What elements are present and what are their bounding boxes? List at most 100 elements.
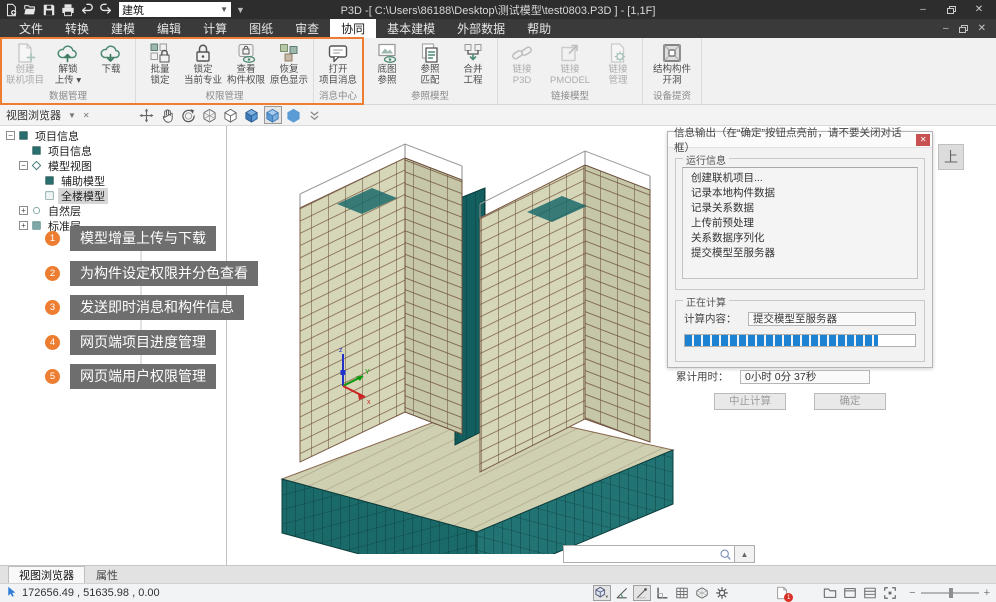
search-input[interactable] bbox=[569, 548, 719, 560]
tree-item-4[interactable]: 全楼模型 bbox=[0, 188, 226, 203]
dialog-close-button[interactable]: ✕ bbox=[916, 134, 930, 146]
ribbon-button-cloud-down[interactable]: 下载 bbox=[90, 40, 132, 86]
ribbon-tab-item[interactable]: 计算 bbox=[192, 19, 238, 38]
notification-badge: 1 bbox=[784, 593, 793, 602]
ribbon-tab-item[interactable]: 帮助 bbox=[516, 19, 562, 38]
elevation-button[interactable]: 上 bbox=[938, 144, 964, 170]
close-button[interactable]: ✕ bbox=[966, 2, 992, 17]
view-tool-cube-solid[interactable] bbox=[285, 106, 303, 124]
tree-expander-icon[interactable]: + bbox=[19, 221, 28, 230]
ribbon-button-label: 创建 bbox=[15, 65, 34, 76]
ribbon-button-doc-gear[interactable]: 链接 管理 bbox=[597, 40, 639, 86]
tree-expander-icon[interactable]: − bbox=[6, 131, 15, 140]
ribbon-button-cloud-up[interactable]: 解锁 上传 ▾ bbox=[47, 40, 89, 86]
status-ortho-button[interactable] bbox=[653, 585, 671, 601]
drawing-canvas[interactable]: z Y x 上 信息输出（在“确定”按钮点亮前，请不要关闭对话框） ✕ 运行信息… bbox=[227, 126, 996, 565]
ribbon-tab-item[interactable]: 图纸 bbox=[238, 19, 284, 38]
tree-expander-icon[interactable]: − bbox=[19, 161, 28, 170]
status-window-tile-button[interactable] bbox=[881, 585, 899, 601]
ribbon-button-lock[interactable]: 锁定 当前专业 bbox=[182, 40, 224, 86]
ribbon-tabs: 文件转换建模编辑计算图纸审查协同基本建模外部数据帮助 bbox=[8, 19, 562, 38]
tree-item-5[interactable]: + 自然层 bbox=[0, 203, 226, 218]
app-window: 建筑 ▼ ▼ P3D -[ C:\Users\86188\Desktop\测试模… bbox=[0, 0, 996, 602]
ribbon-tab-item[interactable]: 编辑 bbox=[146, 19, 192, 38]
view-tool-fit-view[interactable] bbox=[138, 106, 156, 124]
view-tool-cube-hiddenline[interactable] bbox=[222, 106, 240, 124]
open-folder-icon[interactable] bbox=[23, 3, 37, 17]
ribbon-tab-item[interactable]: 建模 bbox=[100, 19, 146, 38]
search-icon[interactable] bbox=[719, 548, 732, 561]
ribbon-button-cubes[interactable]: 恢复 原色显示 bbox=[268, 40, 310, 86]
tree-expander-icon[interactable]: + bbox=[19, 206, 28, 215]
ribbon-button-lock-eye[interactable]: 查看 构件权限 bbox=[225, 40, 267, 86]
ribbon-button-label: 合并 bbox=[463, 65, 482, 76]
dock-menu-button[interactable]: ▼ bbox=[68, 111, 76, 120]
cloud-down-icon bbox=[99, 41, 123, 65]
view-tool-orbit[interactable] bbox=[180, 106, 198, 124]
zoom-in-button[interactable]: + bbox=[984, 587, 990, 599]
tree-item-0[interactable]: − 项目信息 bbox=[0, 128, 226, 143]
ribbon-button-message[interactable]: 打开 项目消息 bbox=[317, 40, 359, 86]
status-doc-badge-button[interactable]: 1 bbox=[773, 585, 791, 601]
status-angle-snap-button[interactable] bbox=[613, 585, 631, 601]
ribbon-tab-item[interactable]: 外部数据 bbox=[446, 19, 516, 38]
image-eye-icon bbox=[375, 41, 399, 65]
panel-tab-item[interactable]: 属性 bbox=[85, 566, 129, 583]
status-settings-gear-button[interactable] bbox=[713, 585, 731, 601]
status-folder-button[interactable] bbox=[821, 585, 839, 601]
ribbon-button-hole[interactable]: 结构构件 开洞 bbox=[646, 40, 698, 86]
view-tool-cube-shaded[interactable] bbox=[264, 106, 282, 124]
status-snap-cube-button[interactable] bbox=[593, 585, 611, 601]
save-icon[interactable] bbox=[42, 3, 56, 17]
zoom-out-button[interactable]: − bbox=[909, 587, 915, 599]
restore-button[interactable] bbox=[938, 2, 964, 17]
toolbar-options-icon[interactable]: ▼ bbox=[236, 5, 245, 15]
new-doc-icon[interactable] bbox=[4, 3, 18, 17]
panel-tab-active[interactable]: 视图浏览器 bbox=[8, 566, 85, 583]
ribbon-highlighted-groups: 创建 联机项目 解锁 上传 ▾ 下载 数据管理 批量 锁定 锁定 当前专业 查看… bbox=[1, 38, 363, 104]
view-tool-pan-hand[interactable] bbox=[159, 106, 177, 124]
mdi-close-button[interactable]: ✕ bbox=[978, 23, 986, 34]
zoom-slider-handle[interactable] bbox=[949, 588, 953, 598]
ribbon-button-image-eye[interactable]: 底图 参照 bbox=[366, 40, 408, 86]
zoom-slider-track[interactable] bbox=[921, 592, 979, 594]
ribbon-button-doc-plus[interactable]: 创建 联机项目 bbox=[4, 40, 46, 86]
ribbon: 创建 联机项目 解锁 上传 ▾ 下载 数据管理 批量 锁定 锁定 当前专业 查看… bbox=[0, 38, 996, 105]
ribbon-tab-item[interactable]: 文件 bbox=[8, 19, 54, 38]
status-window-rows-button[interactable] bbox=[861, 585, 879, 601]
mdi-minimize-button[interactable]: – bbox=[943, 23, 949, 34]
ribbon-tab-item[interactable]: 审查 bbox=[284, 19, 330, 38]
tree-item-3[interactable]: 辅助模型 bbox=[0, 173, 226, 188]
ok-button[interactable]: 确定 bbox=[814, 393, 886, 410]
status-window-single-button[interactable] bbox=[841, 585, 859, 601]
zoom-slider[interactable]: − + bbox=[909, 587, 990, 599]
calc-content-field: 提交模型至服务器 bbox=[748, 312, 916, 326]
status-polar-track-button[interactable] bbox=[633, 585, 651, 601]
run-info-list: 创建联机项目...记录本地构件数据记录关系数据上传前预处理关系数据序列化提交模型… bbox=[682, 167, 918, 279]
print-icon[interactable] bbox=[61, 3, 75, 17]
tree-item-1[interactable]: 项目信息 bbox=[0, 143, 226, 158]
ribbon-tab-active[interactable]: 协同 bbox=[330, 19, 376, 38]
undo-icon[interactable] bbox=[80, 3, 94, 17]
mdi-restore-button[interactable] bbox=[959, 25, 968, 33]
tree-item-6[interactable]: + 标准层 bbox=[0, 218, 226, 233]
status-iso-view-button[interactable] bbox=[693, 585, 711, 601]
ribbon-button-doc-match[interactable]: 参照 匹配 bbox=[409, 40, 451, 86]
ribbon-tab-item[interactable]: 转换 bbox=[54, 19, 100, 38]
ribbon-button-batch-lock[interactable]: 批量 锁定 bbox=[139, 40, 181, 86]
style-combo[interactable]: 建筑 ▼ bbox=[119, 2, 231, 17]
ribbon-tab-item[interactable]: 基本建模 bbox=[376, 19, 446, 38]
tree-item-2[interactable]: − 模型视图 bbox=[0, 158, 226, 173]
view-tool-collapse-chevron[interactable] bbox=[306, 106, 324, 124]
ribbon-button-chain[interactable]: 链接 P3D bbox=[501, 40, 543, 86]
minimize-button[interactable]: – bbox=[910, 2, 936, 17]
view-tool-cube-wireframe[interactable] bbox=[201, 106, 219, 124]
status-grid-button[interactable] bbox=[673, 585, 691, 601]
dock-close-button[interactable]: ✕ bbox=[83, 111, 90, 120]
view-tool-cube-shaded-dark[interactable] bbox=[243, 106, 261, 124]
redo-icon[interactable] bbox=[99, 3, 113, 17]
abort-button[interactable]: 中止计算 bbox=[714, 393, 786, 410]
ribbon-button-square-arrow[interactable]: 链接 PMODEL bbox=[544, 40, 596, 86]
search-up-button[interactable]: ▲ bbox=[735, 545, 755, 563]
ribbon-button-merge[interactable]: 合并 工程 bbox=[452, 40, 494, 86]
